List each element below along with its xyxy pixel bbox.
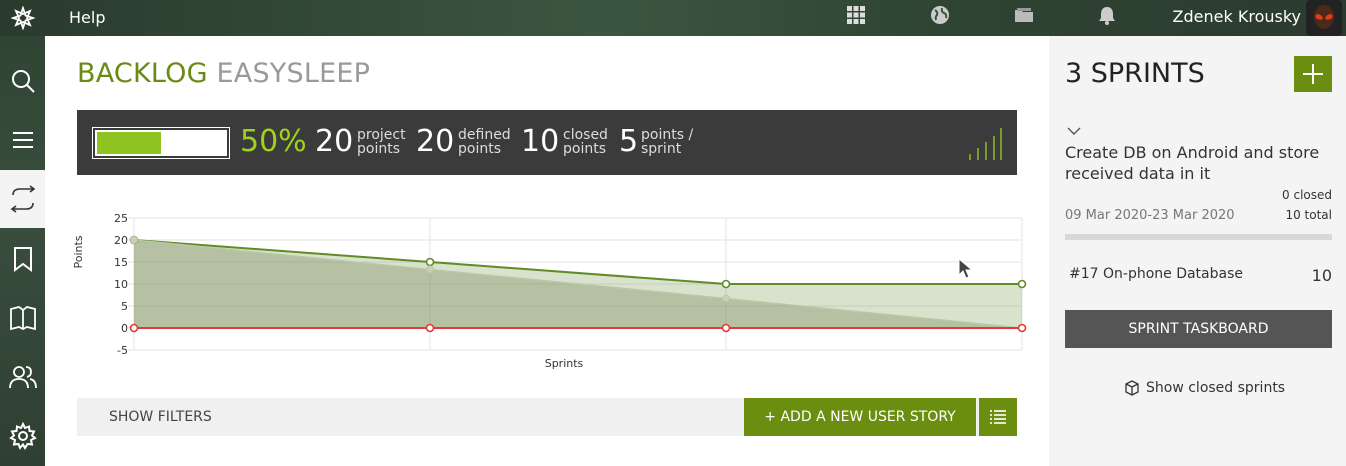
top-bar: Help Zdenek Krousky bbox=[0, 0, 1346, 36]
team-icon bbox=[8, 366, 37, 389]
data-point bbox=[721, 323, 731, 333]
data-point bbox=[130, 236, 138, 244]
add-user-story-button[interactable]: + ADD A NEW USER STORY bbox=[744, 398, 976, 436]
show-filters-button[interactable]: SHOW FILTERS bbox=[109, 409, 212, 425]
data-point bbox=[129, 323, 139, 333]
sprints-title: 3 SPRINTS bbox=[1065, 58, 1205, 89]
show-closed-sprints-label: Show closed sprints bbox=[1146, 380, 1286, 396]
stat-label: defined points bbox=[458, 128, 511, 156]
search-icon bbox=[11, 70, 35, 93]
title-section: BACKLOG bbox=[77, 58, 208, 89]
sidebar-item-team[interactable] bbox=[0, 348, 45, 406]
archive-box-icon bbox=[1125, 380, 1139, 396]
discover-globe-icon[interactable] bbox=[929, 4, 953, 28]
y-tick-label: 25 bbox=[114, 212, 128, 225]
stat-value: 20 bbox=[315, 124, 354, 159]
settings-gear-icon bbox=[8, 422, 37, 450]
sprint-closed-count: 0 closed bbox=[1282, 188, 1332, 202]
page-title: BACKLOG EASYSLEEP bbox=[77, 58, 370, 89]
data-point bbox=[426, 265, 434, 274]
data-point bbox=[722, 294, 730, 303]
y-tick-label: -5 bbox=[117, 344, 128, 357]
stat-value: 10 bbox=[521, 124, 560, 159]
sprints-panel: 3 SPRINTS Create DB on Android and store… bbox=[1049, 36, 1346, 466]
sidebar-item-wiki[interactable] bbox=[0, 289, 45, 347]
sprint-name[interactable]: Create DB on Android and store received … bbox=[1065, 142, 1325, 184]
plus-icon bbox=[1303, 64, 1323, 84]
stat-label-line2: points bbox=[563, 141, 606, 157]
notifications-bell-icon[interactable] bbox=[1096, 4, 1120, 28]
progress-fill bbox=[97, 132, 161, 154]
velocity-bars-icon bbox=[969, 128, 1002, 160]
chart-y-label: Points bbox=[72, 235, 85, 268]
progress-percent: 50% bbox=[240, 124, 307, 159]
data-point bbox=[1017, 323, 1027, 333]
progress-bar bbox=[92, 127, 230, 159]
add-sprint-button[interactable] bbox=[1294, 56, 1332, 92]
bulk-add-button[interactable] bbox=[979, 398, 1017, 436]
sprint-taskboard-button[interactable]: SPRINT TASKBOARD bbox=[1065, 310, 1332, 348]
y-tick-label: 15 bbox=[114, 256, 128, 269]
bookmark-icon bbox=[13, 247, 32, 272]
chart-x-label: Sprints bbox=[545, 357, 584, 370]
sidebar-item-search[interactable] bbox=[0, 52, 45, 110]
stat-value: 5 bbox=[619, 124, 639, 159]
sprints-cycle-icon bbox=[10, 185, 35, 213]
sprint-progress-bar bbox=[1065, 234, 1332, 240]
sprint-story[interactable]: #17 On-phone Database bbox=[1069, 266, 1243, 282]
y-tick-label: 20 bbox=[114, 234, 128, 247]
stat-label-line2: points bbox=[357, 141, 400, 157]
backlog-list-icon bbox=[12, 132, 33, 148]
mouse-cursor-icon bbox=[958, 258, 974, 279]
folder-icon[interactable] bbox=[1013, 4, 1037, 28]
stat-label-line2: points bbox=[458, 141, 501, 157]
sprint-dates: 09 Mar 2020-23 Mar 2020 bbox=[1065, 208, 1235, 223]
stat-label: project points bbox=[357, 128, 406, 156]
y-tick-label: 5 bbox=[121, 300, 128, 313]
user-name[interactable]: Zdenek Krousky bbox=[1173, 7, 1301, 26]
taiga-logo-icon[interactable] bbox=[0, 0, 45, 36]
burndown-chart: 25 20 15 10 5 0 -5 Points Sprints bbox=[72, 212, 1027, 370]
data-point bbox=[425, 257, 435, 267]
show-closed-sprints-link[interactable]: Show closed sprints bbox=[1124, 380, 1285, 396]
data-point bbox=[721, 279, 731, 289]
sidebar-item-bookmarks[interactable] bbox=[0, 230, 45, 288]
list-icon bbox=[990, 410, 1006, 424]
sprint-total-count: 10 total bbox=[1285, 208, 1332, 222]
sprint-story-points: 10 bbox=[1311, 266, 1332, 285]
sidebar-item-settings[interactable] bbox=[0, 407, 45, 465]
stat-label-line2: sprint bbox=[641, 141, 682, 157]
sidebar-item-sprints[interactable] bbox=[0, 170, 45, 228]
projects-grid-icon[interactable] bbox=[845, 4, 869, 28]
stat-value: 20 bbox=[416, 124, 455, 159]
y-tick-label: 10 bbox=[114, 278, 128, 291]
avatar[interactable] bbox=[1306, 0, 1342, 36]
data-point bbox=[425, 323, 435, 333]
sidebar bbox=[0, 36, 45, 466]
y-tick-label: 0 bbox=[121, 322, 128, 335]
sidebar-item-backlog[interactable] bbox=[0, 111, 45, 169]
help-link[interactable]: Help bbox=[69, 8, 105, 27]
stat-label: points / sprint bbox=[641, 128, 693, 156]
backlog-summary: 50% 20 project points 20 defined points … bbox=[77, 110, 1017, 175]
chart-y-ticks: 25 20 15 10 5 0 -5 bbox=[114, 212, 128, 357]
main-content: BACKLOG EASYSLEEP 50% 20 project points … bbox=[45, 36, 1049, 466]
wiki-book-icon bbox=[9, 306, 36, 331]
stat-label: closed points bbox=[563, 128, 608, 156]
title-project: EASYSLEEP bbox=[216, 58, 371, 89]
chevron-down-icon[interactable] bbox=[1067, 124, 1081, 138]
data-point bbox=[1017, 279, 1027, 289]
